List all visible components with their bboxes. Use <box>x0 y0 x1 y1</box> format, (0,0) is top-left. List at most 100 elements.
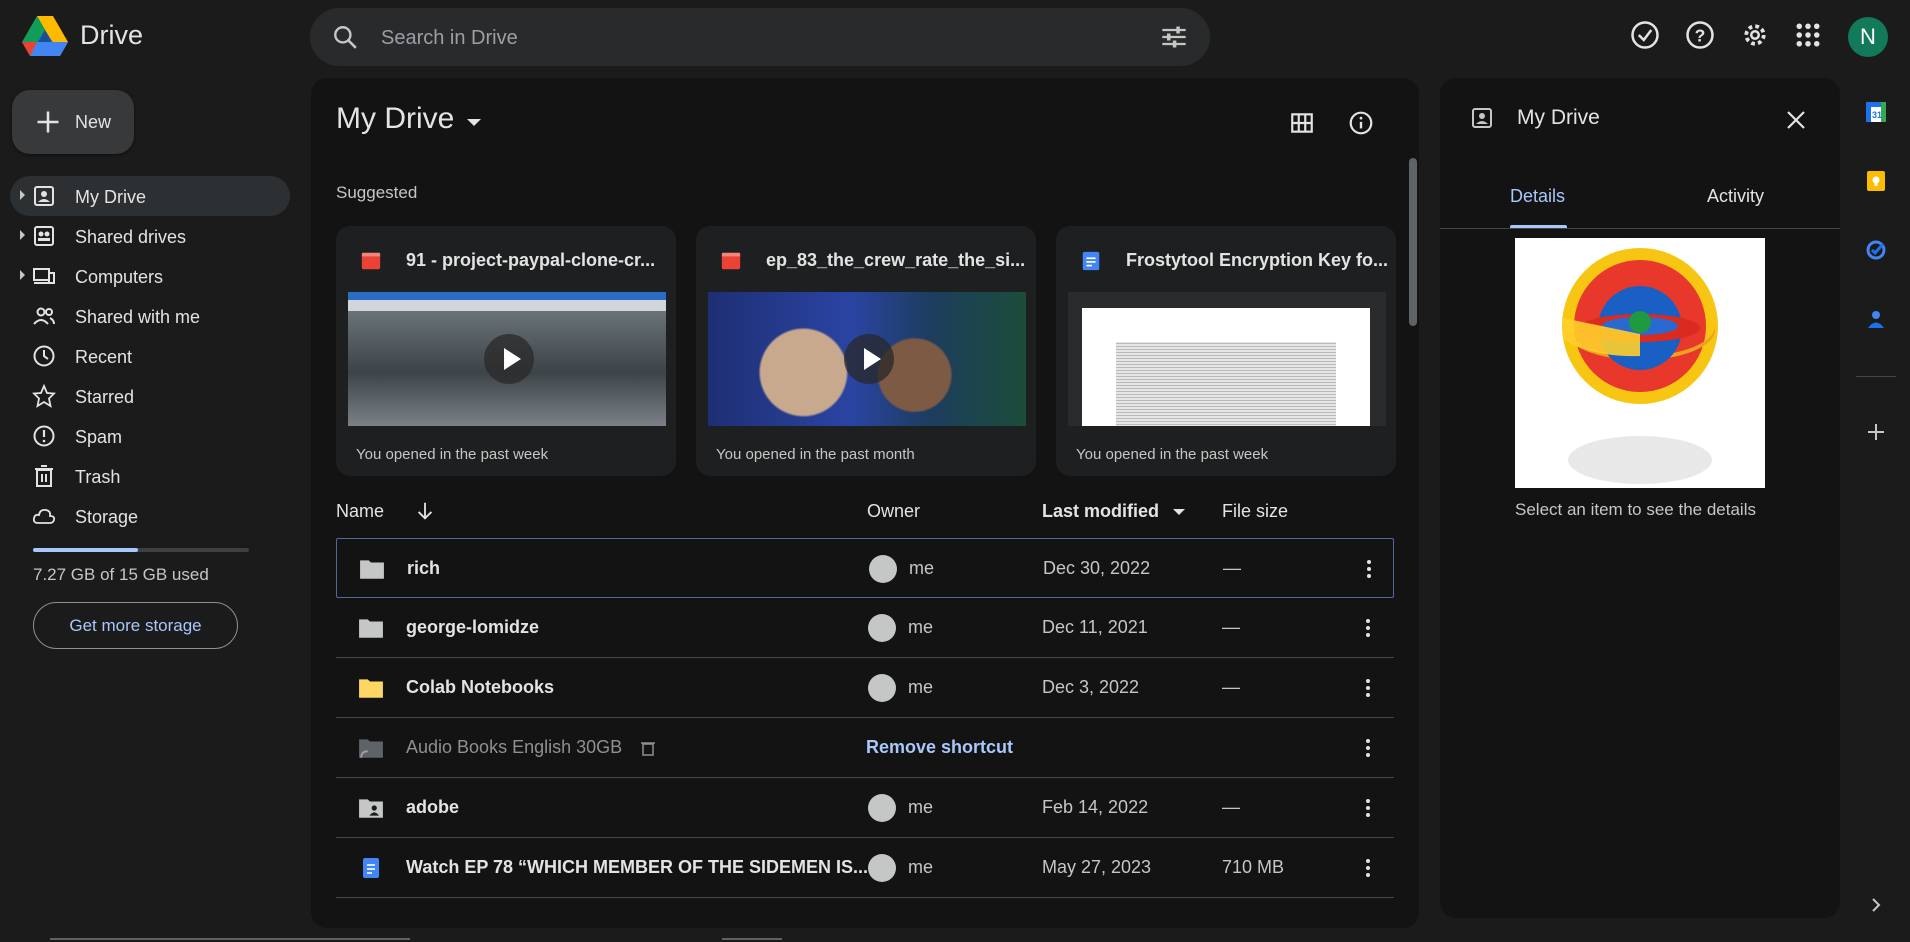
apps-grid-icon[interactable] <box>1793 20 1823 50</box>
column-file-size[interactable]: File size <box>1222 501 1288 522</box>
tab-activity[interactable]: Activity <box>1707 186 1764 207</box>
account-avatar[interactable]: N <box>1848 17 1888 57</box>
details-panel: My Drive Details Activity Select an item… <box>1440 78 1840 918</box>
trash-icon <box>35 465 53 487</box>
new-button-label: New <box>75 112 112 132</box>
column-owner[interactable]: Owner <box>867 501 920 522</box>
document-thumbnail <box>1068 292 1386 426</box>
spam-icon <box>33 425 55 447</box>
video-thumbnail <box>348 292 666 426</box>
sidebar-item-shared-drives[interactable]: Shared drives <box>10 216 290 256</box>
sort-direction-arrow-icon[interactable] <box>414 500 436 522</box>
table-row[interactable]: adobe me Feb 14, 2022 — <box>336 778 1394 838</box>
sidebar-item-trash[interactable]: Trash <box>10 456 290 496</box>
video-thumbnail <box>708 292 1026 426</box>
more-vert-icon[interactable] <box>1356 856 1380 880</box>
title-dropdown-icon[interactable] <box>467 119 481 126</box>
sidebar-item-recent[interactable]: Recent <box>10 336 290 376</box>
search-input[interactable]: Search in Drive <box>381 27 518 50</box>
sidebar-item-label: Storage <box>75 507 139 527</box>
contacts-icon[interactable] <box>1864 307 1888 331</box>
drive-logo-icon[interactable] <box>22 16 68 58</box>
svg-text:31: 31 <box>1872 110 1882 120</box>
remove-shortcut-button[interactable]: Remove shortcut <box>866 737 1013 758</box>
ready-offline-icon[interactable] <box>1630 20 1660 50</box>
more-vert-icon[interactable] <box>1356 616 1380 640</box>
horizontal-scrollbar-segment <box>722 938 782 940</box>
tasks-icon[interactable] <box>1864 238 1888 262</box>
suggested-card[interactable]: ep_83_the_crew_rate_the_si... You opened… <box>696 226 1036 476</box>
main-scrollbar[interactable] <box>1409 158 1417 326</box>
keep-icon[interactable] <box>1864 169 1888 193</box>
computers-icon <box>33 268 55 284</box>
file-modified: Feb 14, 2022 <box>1042 797 1149 817</box>
owner-avatar-icon <box>869 555 897 583</box>
sidebar-item-label: Computers <box>75 267 164 287</box>
sidebar-item-shared-with-me[interactable]: Shared with me <box>10 296 290 336</box>
owner-avatar-icon <box>868 614 896 642</box>
suggested-card[interactable]: 91 - project-paypal-clone-cr... You open… <box>336 226 676 476</box>
video-file-icon <box>361 252 381 270</box>
play-icon[interactable] <box>844 334 894 384</box>
tab-details[interactable]: Details <box>1510 186 1565 207</box>
table-row[interactable]: Audio Books English 30GB Remove shortcut <box>336 718 1394 778</box>
app-brand[interactable]: Drive <box>80 20 143 51</box>
expand-caret-icon[interactable] <box>20 230 25 240</box>
owner-avatar-icon <box>868 794 896 822</box>
suggested-heading: Suggested <box>336 183 418 202</box>
folder-yellow-icon <box>359 679 383 698</box>
file-size: — <box>1223 558 1241 578</box>
sidebar-item-label: Shared with me <box>75 307 201 327</box>
help-icon[interactable]: ? <box>1685 20 1715 50</box>
page-title[interactable]: My Drive <box>336 102 454 136</box>
sidebar-item-spam[interactable]: Spam <box>10 416 290 456</box>
sidebar-item-label: Recent <box>75 347 133 367</box>
table-row[interactable]: rich me Dec 30, 2022 — <box>336 538 1394 598</box>
shortcut-folder-icon <box>359 739 383 758</box>
side-apps-rail: 31 <box>1850 78 1910 938</box>
search-options-icon[interactable] <box>1160 23 1188 51</box>
grid-view-icon[interactable] <box>1289 110 1315 136</box>
storage-usage-text: 7.27 GB of 15 GB used <box>33 565 209 584</box>
more-vert-icon[interactable] <box>1356 676 1380 700</box>
video-file-icon <box>721 252 741 270</box>
sidebar-item-computers[interactable]: Computers <box>10 256 290 296</box>
more-vert-icon[interactable] <box>1356 796 1380 820</box>
sidebar-item-starred[interactable]: Starred <box>10 376 290 416</box>
more-vert-icon[interactable] <box>1356 736 1380 760</box>
play-icon[interactable] <box>484 334 534 384</box>
table-row[interactable]: Watch EP 78 “WHICH MEMBER OF THE SIDEMEN… <box>336 838 1394 898</box>
horizontal-scrollbar[interactable] <box>50 938 410 940</box>
more-vert-icon[interactable] <box>1357 557 1381 581</box>
table-row[interactable]: george-lomidze me Dec 11, 2021 — <box>336 598 1394 658</box>
suggested-card[interactable]: Frostytool Encryption Key fo... You open… <box>1056 226 1396 476</box>
trashed-indicator-icon <box>641 742 655 756</box>
expand-caret-icon[interactable] <box>20 190 25 200</box>
sort-caret-icon[interactable] <box>1173 509 1185 515</box>
sidebar-item-my-drive[interactable]: My Drive <box>10 176 290 216</box>
expand-caret-icon[interactable] <box>20 270 25 280</box>
sidebar-item-storage[interactable]: Storage <box>10 496 290 536</box>
file-modified: Dec 11, 2021 <box>1042 617 1148 637</box>
details-title: My Drive <box>1517 106 1600 129</box>
chevron-right-icon[interactable] <box>1864 893 1888 917</box>
file-owner: me <box>908 677 934 697</box>
folder-icon <box>360 560 384 579</box>
calendar-icon[interactable]: 31 <box>1864 100 1888 124</box>
new-button[interactable]: New <box>12 90 134 154</box>
table-row[interactable]: Colab Notebooks me Dec 3, 2022 — <box>336 658 1394 718</box>
info-icon[interactable] <box>1348 110 1374 136</box>
search-icon[interactable] <box>332 24 358 50</box>
document-page-preview <box>1082 308 1370 426</box>
close-icon[interactable] <box>1784 108 1808 132</box>
top-bar: Drive Search in Drive ? N <box>0 0 1910 74</box>
settings-gear-icon[interactable] <box>1740 20 1770 50</box>
sidebar-item-label: My Drive <box>75 187 146 207</box>
column-last-modified[interactable]: Last modified <box>1042 501 1159 522</box>
get-more-storage-button[interactable]: Get more storage <box>33 602 238 649</box>
get-addons-plus-icon[interactable] <box>1864 420 1888 444</box>
column-name[interactable]: Name <box>336 501 384 522</box>
search-bar[interactable]: Search in Drive <box>310 8 1210 66</box>
plus-icon <box>37 111 59 133</box>
file-name: Watch EP 78 “WHICH MEMBER OF THE SIDEMEN… <box>406 857 869 877</box>
